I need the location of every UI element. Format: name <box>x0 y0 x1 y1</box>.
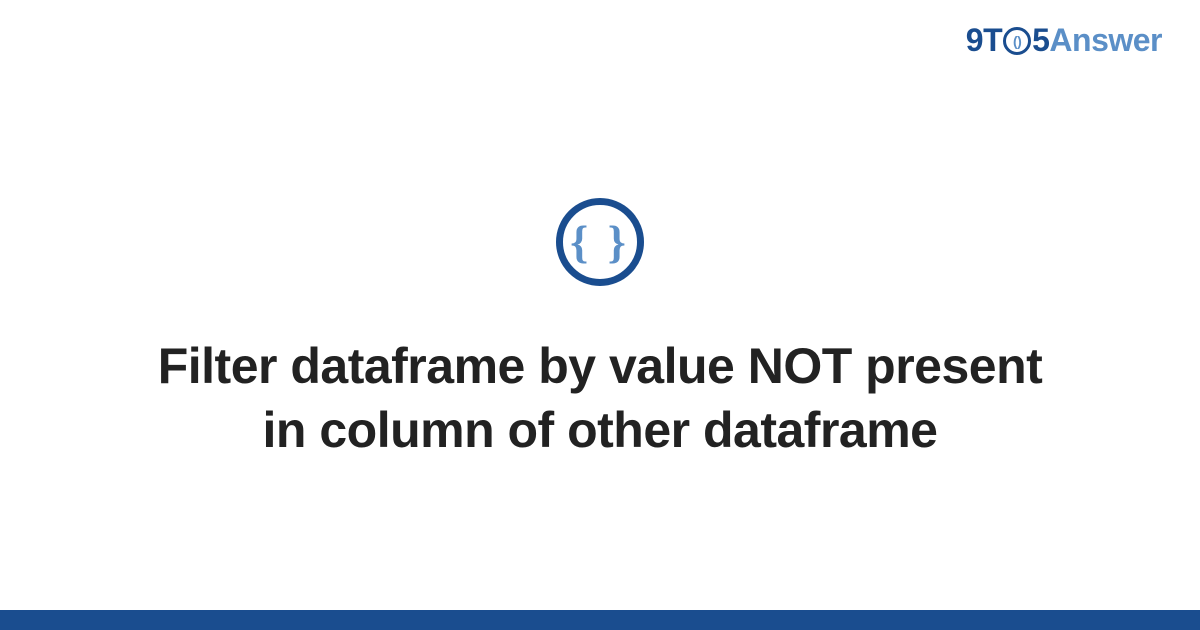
main-content: { } Filter dataframe by value NOT presen… <box>0 0 1200 630</box>
bottom-accent-bar <box>0 610 1200 630</box>
page-title: Filter dataframe by value NOT present in… <box>150 334 1050 462</box>
code-braces-icon: { } <box>556 198 644 286</box>
braces-glyph: { } <box>570 219 630 265</box>
